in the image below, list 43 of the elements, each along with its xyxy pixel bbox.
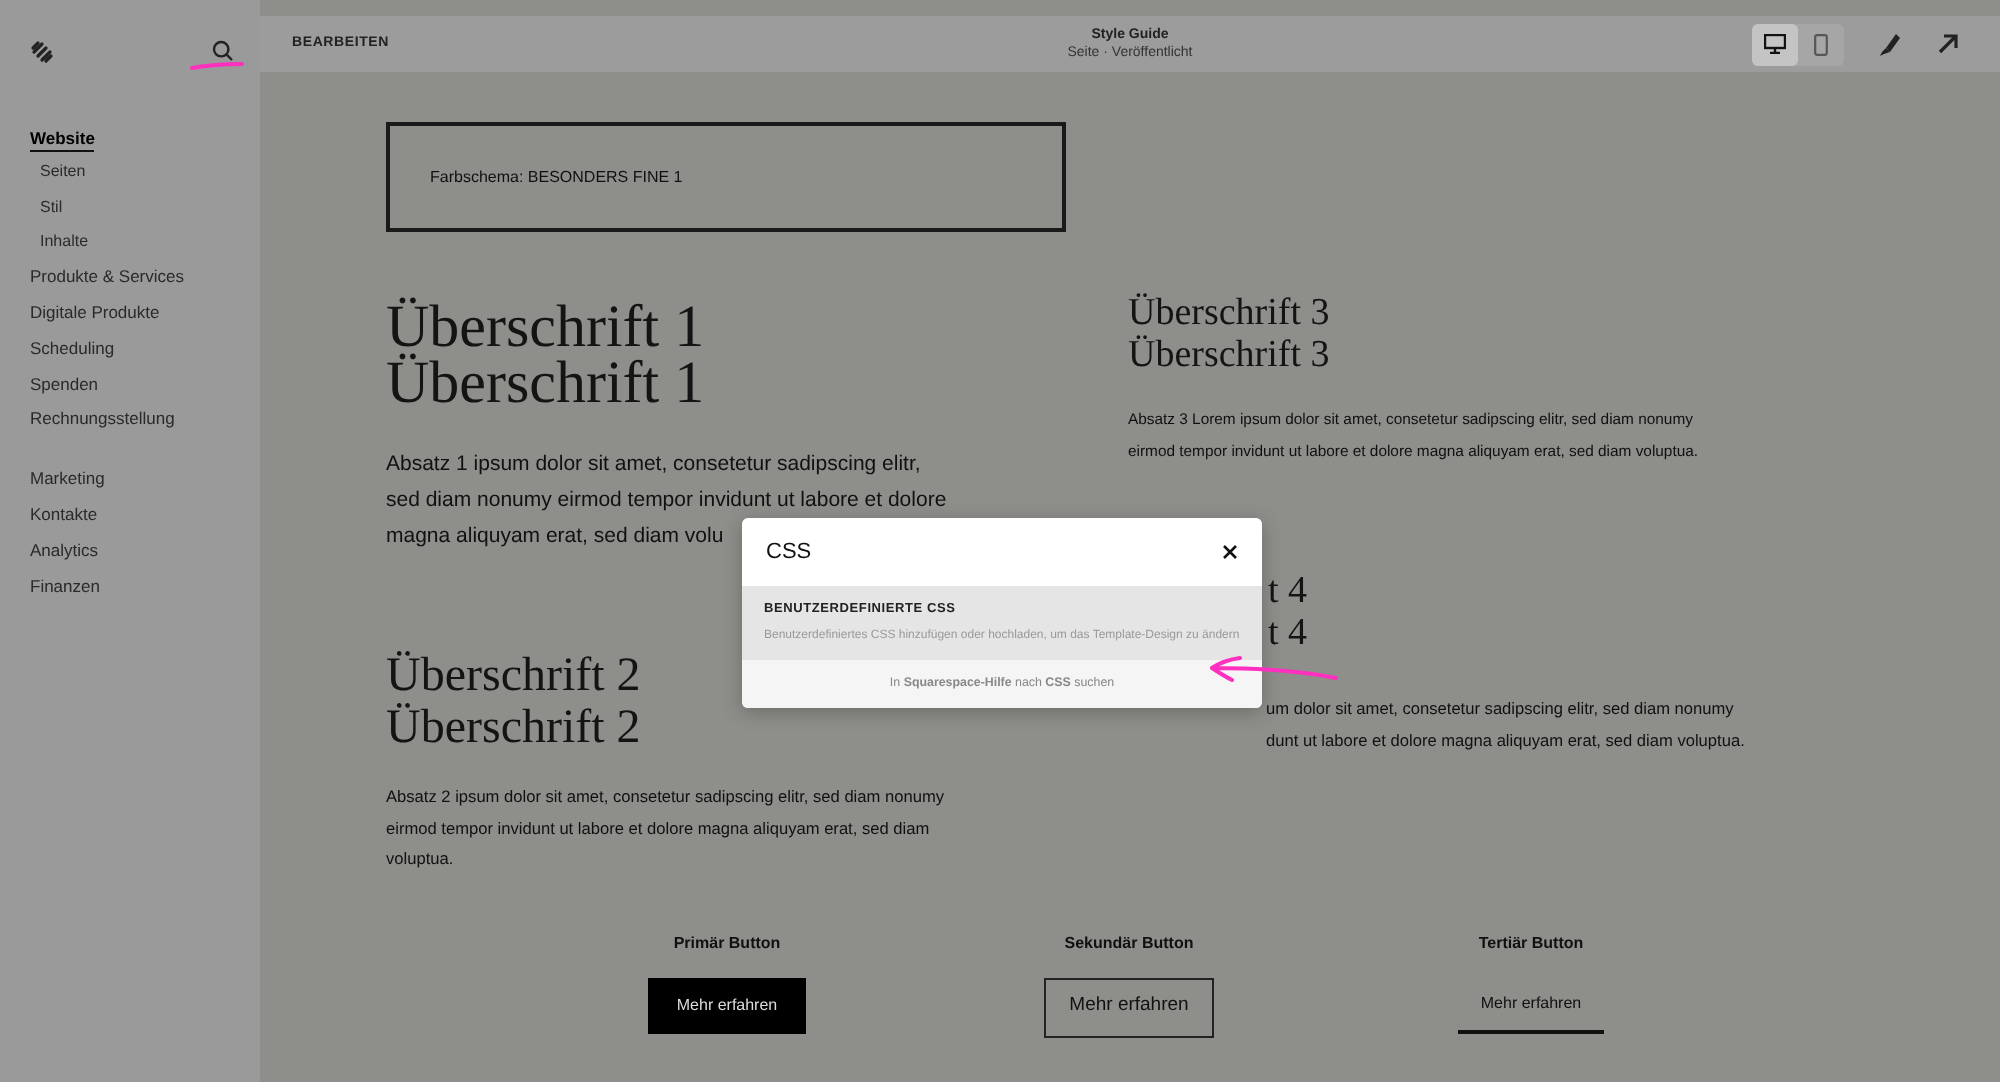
- paragraph-line: sed diam nonumy eirmod tempor invidunt ut labore et dolore: [386, 486, 947, 516]
- search-query[interactable]: CSS: [766, 535, 812, 569]
- desktop-view-icon[interactable]: [1752, 23, 1798, 65]
- close-icon[interactable]: [1222, 544, 1238, 560]
- sidebar-item[interactable]: Scheduling: [0, 330, 260, 366]
- sidebar-item[interactable]: Kontakte: [0, 496, 260, 533]
- learn-more-button[interactable]: Mehr erfahren: [1458, 977, 1604, 1033]
- brush-icon[interactable]: [1876, 30, 1904, 58]
- sidebar-item[interactable]: Analytics: [0, 532, 260, 568]
- sidebar-subitem[interactable]: Seiten: [0, 155, 260, 191]
- logo-icon: [30, 39, 54, 63]
- button-heading: Tertiär Button: [1478, 931, 1584, 955]
- heading: Überschrift 3: [1128, 292, 1330, 334]
- heading: Überschrift 2: [386, 702, 641, 754]
- sidebar-item[interactable]: Produkte & Services: [0, 259, 260, 295]
- heading: Überschrift 1: [386, 356, 705, 412]
- sidebar-item[interactable]: Digitale Produkte: [0, 294, 260, 331]
- sidebar-item[interactable]: Spenden: [0, 365, 260, 402]
- underline-annotation: [190, 60, 244, 72]
- heading: t 4: [1268, 612, 1308, 654]
- paragraph-line: magna aliquyam erat, sed diam volu: [386, 522, 724, 552]
- sidebar-subitem[interactable]: Stil: [0, 190, 260, 225]
- sidebar-item[interactable]: Marketing: [0, 461, 260, 497]
- arrow-icon[interactable]: [1936, 32, 1960, 56]
- paragraph-line: Absatz 1 ipsum dolor sit amet, consetetur sadipscing elitr,: [386, 450, 921, 480]
- heading: Überschrift 2: [386, 650, 641, 702]
- sidebar-subitem[interactable]: Inhalte: [0, 224, 260, 260]
- learn-more-button[interactable]: Mehr erfahren: [648, 977, 806, 1033]
- search-icon[interactable]: [212, 40, 234, 62]
- heading: Überschrift 1: [386, 300, 705, 356]
- heading: Überschrift 3: [1128, 334, 1330, 376]
- button-heading: Sekundär Button: [1064, 931, 1194, 955]
- sidebar-item[interactable]: Rechnungsstellung: [0, 401, 260, 438]
- sidebar-item[interactable]: Website: [0, 120, 260, 156]
- paragraph-line: dunt ut labore et dolore magna aliquyam erat, sed diam voluptua.: [1266, 727, 1747, 754]
- sidebar-item[interactable]: Finanzen: [0, 567, 260, 604]
- button-heading: Primär Button: [673, 931, 781, 955]
- paragraph-line: um dolor sit amet, consetetur sadipscing elitr, sed diam nonumy: [1266, 696, 1736, 722]
- paragraph: Absatz 2 ipsum dolor sit amet, consetetur sadipscing elitr, sed diam nonumy eirmod tempor invidunt ut labore et dolore magna aliquyam erat, sed diam voluptua.: [386, 784, 947, 872]
- color-scheme-label: Farbschema: BESONDERS FINE 1: [430, 165, 683, 189]
- learn-more-button[interactable]: Mehr erfahren: [1044, 977, 1214, 1037]
- arrow-annotation: [1204, 652, 1340, 684]
- heading: t 4: [1268, 570, 1308, 612]
